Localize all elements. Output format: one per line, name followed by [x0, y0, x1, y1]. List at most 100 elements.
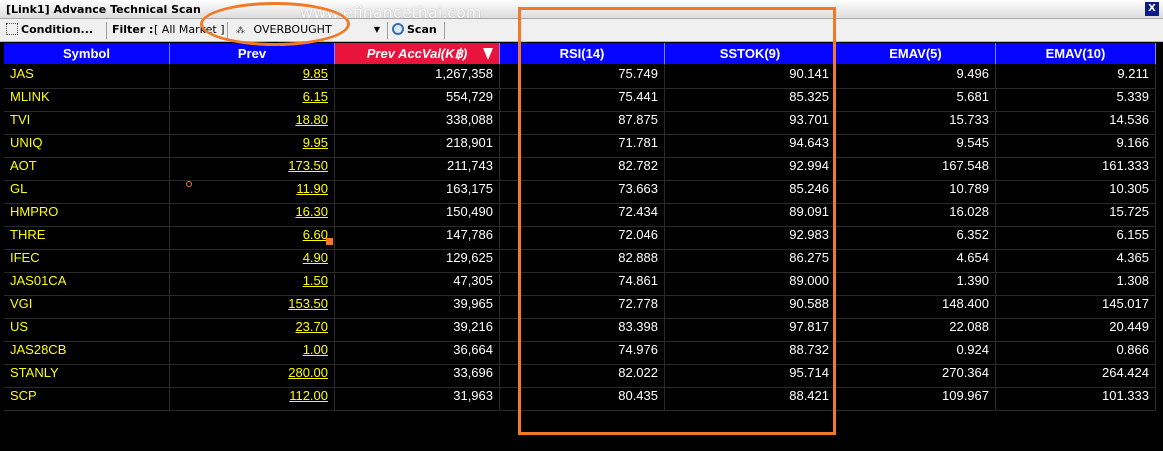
cell-prev-accval: 36,664	[335, 342, 500, 365]
toolbar-separator	[106, 22, 107, 39]
prev-price-link[interactable]: 6.15	[303, 89, 328, 104]
cell-emav5: 16.028	[836, 204, 996, 227]
cell-symbol: THRE	[4, 227, 170, 250]
cell-symbol: JAS01CA	[4, 273, 170, 296]
cell-sstok9: 97.817	[665, 319, 836, 342]
condition-icon	[6, 23, 18, 35]
scan-condition-icon: ⁂	[236, 26, 245, 36]
cell-symbol: VGI	[4, 296, 170, 319]
cell-prev[interactable]: 9.85	[170, 66, 335, 89]
cell-prev[interactable]: 173.50	[170, 158, 335, 181]
cell-prev-accval: 39,965	[335, 296, 500, 319]
cell-prev-accval: 1,267,358	[335, 66, 500, 89]
cell-sstok9: 89.091	[665, 204, 836, 227]
header-emav10[interactable]: EMAV(10)	[996, 43, 1156, 65]
cell-symbol: IFEC	[4, 250, 170, 273]
cell-emav10: 9.211	[996, 66, 1156, 89]
header-symbol[interactable]: Symbol	[4, 43, 170, 65]
cell-prev[interactable]: 1.50	[170, 273, 335, 296]
cell-sstok9: 90.141	[665, 66, 836, 89]
cell-emav5: 9.496	[836, 66, 996, 89]
cell-prev-accval: 554,729	[335, 89, 500, 112]
close-button[interactable]: X	[1145, 2, 1159, 16]
header-emav5[interactable]: EMAV(5)	[836, 43, 996, 65]
cell-emav10: 161.333	[996, 158, 1156, 181]
cell-emav5: 22.088	[836, 319, 996, 342]
cell-rsi14: 74.861	[500, 273, 665, 296]
prev-price-link[interactable]: 153.50	[288, 296, 328, 311]
cell-emav5: 1.390	[836, 273, 996, 296]
cell-prev-accval: 33,696	[335, 365, 500, 388]
prev-price-link[interactable]: 1.00	[303, 342, 328, 357]
prev-price-link[interactable]: 6.60	[303, 227, 328, 242]
cell-prev-accval: 218,901	[335, 135, 500, 158]
cell-emav10: 264.424	[996, 365, 1156, 388]
cell-prev-accval: 338,088	[335, 112, 500, 135]
filter-value[interactable]: [ All Market ]	[154, 19, 225, 41]
header-sstok9[interactable]: SSTOK(9)	[665, 43, 836, 65]
cell-prev-accval: 211,743	[335, 158, 500, 181]
cell-rsi14: 75.441	[500, 89, 665, 112]
prev-price-link[interactable]: 280.00	[288, 365, 328, 380]
header-rsi14[interactable]: RSI(14)	[500, 43, 665, 65]
sort-descending-icon	[483, 48, 493, 60]
cell-prev[interactable]: 16.30	[170, 204, 335, 227]
cell-prev-accval: 47,305	[335, 273, 500, 296]
cell-rsi14: 80.435	[500, 388, 665, 411]
prev-price-link[interactable]: 173.50	[288, 158, 328, 173]
cell-emav10: 15.725	[996, 204, 1156, 227]
cell-prev-accval: 39,216	[335, 319, 500, 342]
cell-symbol: TVI	[4, 112, 170, 135]
cell-emav5: 6.352	[836, 227, 996, 250]
header-prev[interactable]: Prev	[170, 43, 335, 65]
prev-price-link[interactable]: 23.70	[295, 319, 328, 334]
scan-button[interactable]: Scan	[392, 19, 437, 41]
magnifier-icon	[392, 23, 404, 35]
window-title: [Link1] Advance Technical Scan	[6, 3, 201, 16]
cell-prev[interactable]: 4.90	[170, 250, 335, 273]
prev-price-link[interactable]: 9.95	[303, 135, 328, 150]
cell-rsi14: 72.778	[500, 296, 665, 319]
filter-label: Filter :	[112, 23, 154, 36]
annotation-marker	[326, 238, 333, 245]
cell-prev[interactable]: 6.15	[170, 89, 335, 112]
prev-price-link[interactable]: 18.80	[295, 112, 328, 127]
cell-rsi14: 82.022	[500, 365, 665, 388]
prev-price-link[interactable]: 11.90	[296, 181, 328, 196]
annotation-marker	[186, 181, 192, 187]
cell-prev[interactable]: 6.60	[170, 227, 335, 250]
cell-emav5: 270.364	[836, 365, 996, 388]
cell-prev[interactable]: 18.80	[170, 112, 335, 135]
toolbar-separator	[444, 22, 445, 39]
cell-prev-accval: 129,625	[335, 250, 500, 273]
window-titlebar: [Link1] Advance Technical Scan X	[0, 0, 1163, 19]
cell-emav5: 0.924	[836, 342, 996, 365]
cell-prev[interactable]: 9.95	[170, 135, 335, 158]
toolbar: Condition... Filter : [ All Market ] ⁂ O…	[0, 19, 1163, 42]
cell-prev[interactable]: 153.50	[170, 296, 335, 319]
cell-emav5: 109.967	[836, 388, 996, 411]
header-prev-accval[interactable]: Prev AccVal(K฿)	[335, 43, 500, 65]
cell-prev[interactable]: 112.00	[170, 388, 335, 411]
cell-symbol: UNIQ	[4, 135, 170, 158]
cell-prev-accval: 163,175	[335, 181, 500, 204]
cell-prev[interactable]: 11.90	[170, 181, 335, 204]
prev-price-link[interactable]: 1.50	[303, 273, 328, 288]
cell-emav10: 145.017	[996, 296, 1156, 319]
prev-price-link[interactable]: 112.00	[289, 388, 328, 403]
dropdown-arrow-icon[interactable]: ▼	[374, 20, 380, 40]
prev-price-link[interactable]: 4.90	[303, 250, 328, 265]
condition-button[interactable]: Condition...	[6, 19, 93, 41]
condition-select[interactable]: ⁂ OVERBOUGHT ▼	[232, 20, 382, 40]
cell-prev[interactable]: 23.70	[170, 319, 335, 342]
cell-prev[interactable]: 280.00	[170, 365, 335, 388]
cell-rsi14: 87.875	[500, 112, 665, 135]
cell-emav5: 167.548	[836, 158, 996, 181]
cell-emav10: 101.333	[996, 388, 1156, 411]
cell-sstok9: 94.643	[665, 135, 836, 158]
cell-prev[interactable]: 1.00	[170, 342, 335, 365]
prev-price-link[interactable]: 16.30	[295, 204, 328, 219]
cell-sstok9: 86.275	[665, 250, 836, 273]
cell-sstok9: 85.325	[665, 89, 836, 112]
prev-price-link[interactable]: 9.85	[303, 66, 328, 81]
